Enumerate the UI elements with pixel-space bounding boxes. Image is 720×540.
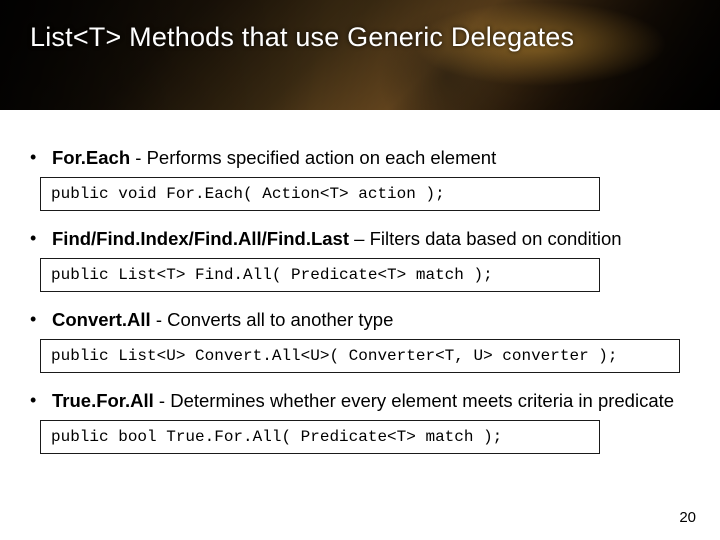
bullet-text: Convert.All - Converts all to another ty… bbox=[52, 308, 393, 331]
bullet-name: True.For.All bbox=[52, 390, 154, 411]
bullet-convertall: • Convert.All - Converts all to another … bbox=[30, 308, 690, 331]
bullet-trueforall: • True.For.All - Determines whether ever… bbox=[30, 389, 690, 412]
page-number: 20 bbox=[679, 509, 696, 526]
bullet-foreach: • For.Each - Performs specified action o… bbox=[30, 146, 690, 169]
bullet-dot-icon: • bbox=[30, 308, 38, 330]
title-banner: List<T> Methods that use Generic Delegat… bbox=[0, 0, 720, 110]
bullet-desc: – Filters data based on condition bbox=[349, 228, 622, 249]
bullet-name: Convert.All bbox=[52, 309, 151, 330]
code-convertall: public List<U> Convert.All<U>( Converter… bbox=[40, 339, 680, 373]
bullet-name: Find/Find.Index/Find.All/Find.Last bbox=[52, 228, 349, 249]
bullet-text: For.Each - Performs specified action on … bbox=[52, 146, 496, 169]
bullet-find: • Find/Find.Index/Find.All/Find.Last – F… bbox=[30, 227, 690, 250]
code-trueforall: public bool True.For.All( Predicate<T> m… bbox=[40, 420, 600, 454]
bullet-desc: - Determines whether every element meets… bbox=[154, 390, 674, 411]
bullet-text: True.For.All - Determines whether every … bbox=[52, 389, 674, 412]
bullet-dot-icon: • bbox=[30, 227, 38, 249]
bullet-name: For.Each bbox=[52, 147, 130, 168]
bullet-dot-icon: • bbox=[30, 146, 38, 168]
slide-title: List<T> Methods that use Generic Delegat… bbox=[30, 22, 700, 53]
slide: List<T> Methods that use Generic Delegat… bbox=[0, 0, 720, 540]
bullet-dot-icon: • bbox=[30, 389, 38, 411]
bullet-text: Find/Find.Index/Find.All/Find.Last – Fil… bbox=[52, 227, 622, 250]
code-findall: public List<T> Find.All( Predicate<T> ma… bbox=[40, 258, 600, 292]
slide-body: • For.Each - Performs specified action o… bbox=[0, 110, 720, 454]
bullet-desc: - Converts all to another type bbox=[151, 309, 394, 330]
bullet-desc: - Performs specified action on each elem… bbox=[130, 147, 496, 168]
code-foreach: public void For.Each( Action<T> action )… bbox=[40, 177, 600, 211]
